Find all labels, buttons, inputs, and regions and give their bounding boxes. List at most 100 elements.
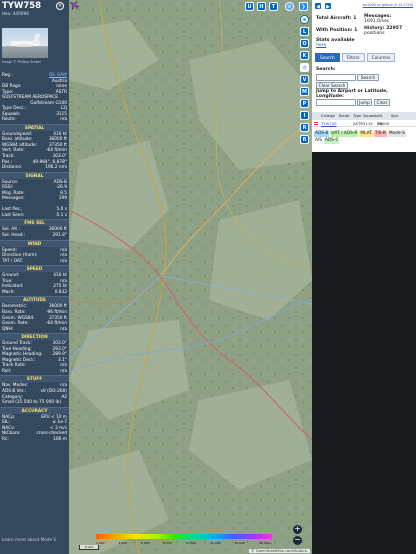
column-header[interactable] [312,112,319,120]
map-toggle-t-button[interactable]: T [269,2,278,11]
aircraft-photo[interactable] [2,28,48,58]
section-header-direction: DIRECTION [0,333,69,341]
stats-panel: ◀ ▶ tar1090 on github (3.14.1759) Total … [312,0,416,554]
info-rows: Reg.: OE-GAW Austria DB flags: none Type: ASTR… [0,73,69,442]
history-icon[interactable]: ◷ [300,63,309,72]
stats-link[interactable]: here [316,43,326,49]
aircraft-icon[interactable] [69,0,79,10]
aircraft-table: Callsign Route Type Squawk Alt. (ft) Spd. TYW… [312,112,416,127]
info-label: Reg.: [2,73,13,78]
rail-letter-r2[interactable]: R [300,135,309,144]
panel-left-arrow-icon[interactable]: ◀ [314,2,322,10]
jump-button[interactable]: Jump [357,99,372,106]
fms-label: Sel. Head.: [2,233,26,239]
table-row[interactable]: TYW758 ASTR 3115 36000 [312,120,416,127]
spatial-label: Distance: [2,165,23,171]
tab-search[interactable]: Search [315,53,340,62]
source-badge: ADS-C [323,138,340,144]
type-desc: GULFSTREAM AEROSPACE Gulfstream G100 [0,95,69,106]
map-toggle-h-button[interactable]: H [257,2,266,11]
zoom-out-button[interactable]: − [293,536,302,545]
map-view[interactable]: U H T ⚙ ❯ ⊙ L O K ◷ V M P I R R + − 2 00… [69,0,312,554]
fms-value: 291.8° [52,233,67,239]
search-button[interactable]: Search [357,74,379,81]
clear-search-button[interactable]: Clear Search [316,82,348,89]
search-input[interactable] [316,74,356,81]
rail-letter-o[interactable]: O [300,39,309,48]
rail-letter-k[interactable]: K [300,51,309,60]
flag-icon [314,122,318,125]
column-header[interactable]: Type [351,112,361,120]
hex-id: Hex: 440096 [2,11,29,16]
column-header[interactable]: Alt. (ft) [375,112,389,126]
section-header-accuracy: ACCURACY [0,406,69,414]
tab-columns[interactable]: Columns [366,53,396,62]
column-header[interactable]: Callsign [319,112,337,120]
rail-letter-i[interactable]: I [300,111,309,120]
section-header-stuff: STUFF [0,375,69,383]
table-cell [389,120,399,126]
close-icon[interactable]: ✕ [56,2,64,10]
altitude-label: 20 000 [210,541,221,545]
panel-right-arrow-icon[interactable]: ▶ [324,2,332,10]
total-aircraft: Total Aircraft: 1 [316,16,357,21]
altitude-label: 30 000 [234,541,246,545]
source-badge: TIS-B [373,131,387,137]
altitude-label: 8 000 [163,541,172,545]
table-header: Callsign Route Type Squawk Alt. (ft) Spd. [312,112,416,126]
jump-input[interactable] [316,99,356,106]
history-positions: positions [364,31,385,36]
altitude-label: 10 000 [185,541,197,545]
source-legend: ADS-B UAT / ADS-R MLAT TIS-B Mode-S AIS ADS-C [314,130,414,144]
altitude-value: n/a [60,326,67,332]
direction-label: Roll: [2,368,12,374]
settings-icon[interactable]: ⚙ [285,2,294,11]
altitude-legend-labels: 2 000 4 000 6 000 8 000 10 000 20 000 30 000 40… [96,541,272,545]
section-header-altitude: ALTITUDE [0,296,69,304]
stuff-value: A2 [61,394,67,400]
category-desc: Small (15 500 to 75 000 lb) [2,400,62,406]
column-header[interactable]: Spd. [389,112,399,120]
altitude-label: 40 000+ [258,541,272,545]
source-badge: ADS-B [314,131,330,137]
table-cell: ASTR [353,121,363,126]
signal-value: 0.1 s [56,212,67,218]
altitude-label: 6 000 [140,541,150,545]
jump-label: Jump to Airport or Latitude, Longitude: [316,89,388,99]
clear-button[interactable]: Clear [374,99,390,106]
scale-bar: 5 nmi [79,545,99,550]
rail-letter-m[interactable]: M [300,87,309,96]
version-link[interactable]: tar1090 on github (3.14.1759) [363,3,413,7]
signal-row: Last Seen: 0.1 s [0,213,69,219]
section-header-wind: WIND [0,239,69,247]
accuracy-label: Rc: [2,436,9,442]
rail-letter-r[interactable]: R [300,123,309,132]
source-badge: MLAT [359,131,373,137]
empty-table-area [312,152,416,554]
speed-row: Mach: 0.832 [0,290,69,296]
accuracy-value: 186 m [53,436,67,442]
spatial-row: Distance: 196.2 nmi [0,165,69,171]
rail-letter-p[interactable]: P [300,99,309,108]
signal-label: Messages: [2,196,25,202]
source-badge: Mode-S [387,131,406,137]
footer-line-1: Learn more about Mode S [2,537,57,542]
table-cell: 36000 [377,121,390,126]
fms-row: Sel. Head.: 291.8° [0,233,69,239]
speed-value: 0.832 [54,289,67,295]
home-icon[interactable]: ⊙ [300,15,309,24]
table-cell: TYW758 [321,121,337,126]
signal-value: 199 [58,196,67,202]
zoom-in-button[interactable]: + [293,525,302,534]
column-header[interactable]: Squawk [361,112,377,120]
search-label: Search: [316,67,336,72]
rail-letter-l[interactable]: L [300,27,309,36]
collapse-panel-icon[interactable]: ❯ [299,2,308,11]
aircraft-info-panel: TYW758 Hex: 440096 ✕ Image © Philipp Gra… [0,0,69,554]
source-badge: AIS [314,138,323,144]
tab-filters[interactable]: Filters [341,53,365,62]
info2-value: n/a [60,117,67,123]
map-toggle-u-button[interactable]: U [245,2,254,11]
column-header[interactable]: Route [337,112,351,120]
rail-letter-v[interactable]: V [300,75,309,84]
